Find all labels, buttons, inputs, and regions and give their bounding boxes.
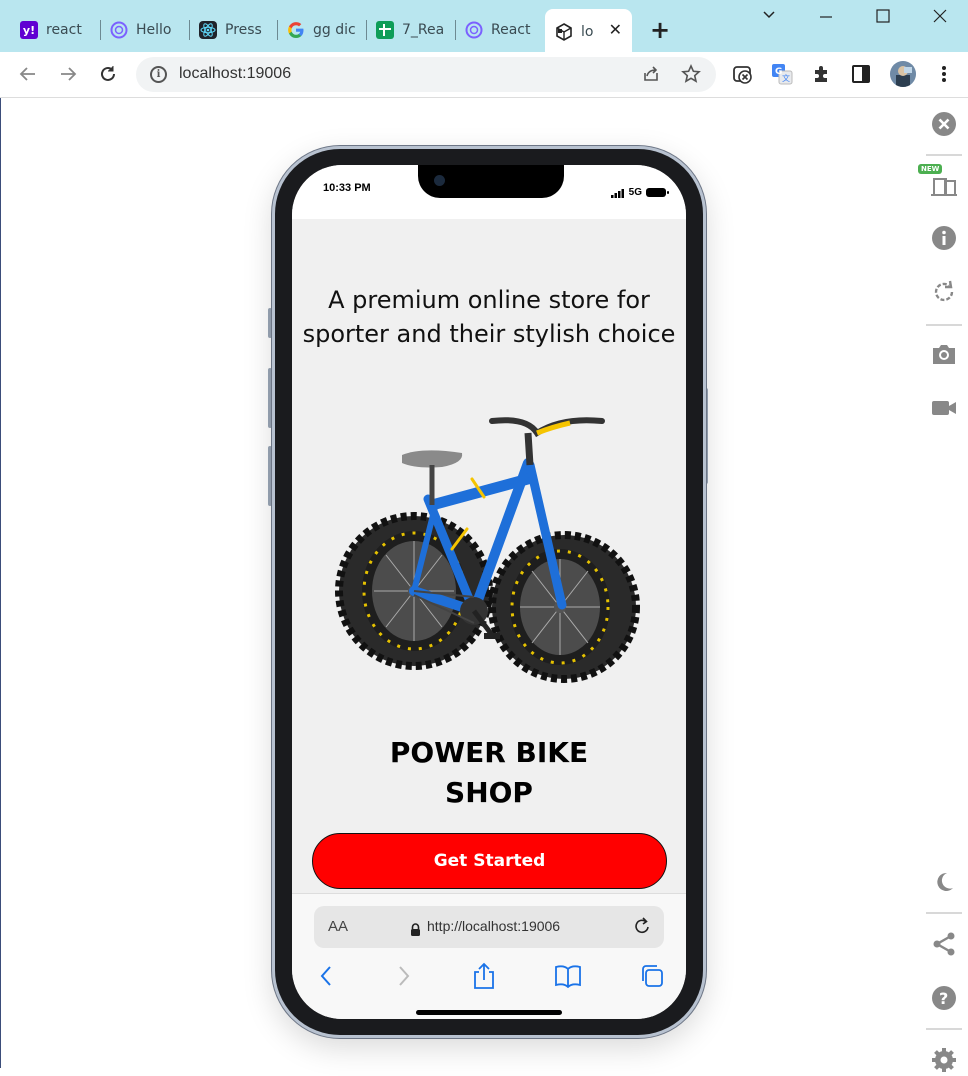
forward-icon[interactable] bbox=[54, 60, 82, 88]
tab-react-search[interactable]: y! react bbox=[10, 12, 94, 48]
yahoo-icon: y! bbox=[20, 21, 38, 39]
google-icon bbox=[287, 21, 305, 39]
tab-label: react bbox=[46, 22, 82, 38]
phone-status-bar: 10:33 PM 5G bbox=[292, 165, 686, 219]
address-url[interactable]: localhost:19006 bbox=[179, 65, 291, 83]
svg-text:?: ? bbox=[939, 989, 948, 1008]
side-panel-icon[interactable] bbox=[850, 63, 872, 85]
figma-globe-icon bbox=[465, 21, 483, 39]
tab-label: React bbox=[491, 22, 531, 38]
share-nodes-icon[interactable] bbox=[928, 928, 960, 960]
safari-share-icon[interactable] bbox=[470, 962, 498, 990]
tab-press[interactable]: Press bbox=[189, 12, 273, 48]
new-badge: NEW bbox=[918, 164, 943, 174]
safari-forward-icon[interactable] bbox=[390, 962, 418, 990]
sheets-icon bbox=[376, 21, 394, 39]
status-indicators: 5G bbox=[610, 183, 669, 202]
home-indicator bbox=[416, 1010, 562, 1015]
screenshot-camera-icon[interactable] bbox=[928, 338, 960, 370]
shop-title: POWER BIKE SHOP bbox=[292, 733, 686, 813]
shop-title-line2: SHOP bbox=[445, 776, 533, 809]
lock-icon bbox=[410, 921, 421, 940]
status-time: 10:33 PM bbox=[323, 182, 371, 194]
tab-label: gg dic bbox=[313, 22, 356, 38]
rotate-icon[interactable] bbox=[928, 276, 960, 308]
maximize-window-icon[interactable] bbox=[875, 8, 891, 28]
help-icon[interactable]: ? bbox=[928, 982, 960, 1014]
signal-bars-icon bbox=[610, 183, 625, 202]
tab-label: lo bbox=[581, 24, 593, 40]
simulator-tool-panel: NEW ? bbox=[918, 98, 968, 1072]
new-tab-button[interactable]: + bbox=[650, 18, 670, 42]
browser-toolbar: i localhost:19006 G文 bbox=[0, 52, 968, 98]
responsive-cube-icon bbox=[555, 23, 573, 41]
tab-react[interactable]: React bbox=[455, 12, 539, 48]
safari-url[interactable]: http://localhost:19006 bbox=[427, 918, 560, 934]
safari-back-icon[interactable] bbox=[312, 962, 340, 990]
phone-screen: 10:33 PM 5G A premium online store for s… bbox=[292, 165, 686, 1019]
phone-frame: 10:33 PM 5G A premium online store for s… bbox=[272, 146, 706, 1038]
get-started-button[interactable]: Get Started bbox=[312, 833, 667, 889]
safari-reload-icon[interactable] bbox=[632, 916, 652, 940]
figma-globe-icon bbox=[110, 21, 128, 39]
panel-divider bbox=[926, 324, 962, 326]
app-content: A premium online store for sporter and t… bbox=[292, 219, 686, 893]
back-icon[interactable] bbox=[14, 60, 42, 88]
extension-icon[interactable] bbox=[732, 63, 754, 85]
safari-bookmarks-icon[interactable] bbox=[554, 962, 582, 990]
dark-mode-moon-icon[interactable] bbox=[928, 866, 960, 898]
safari-address-bar[interactable]: AA http://localhost:19006 bbox=[314, 906, 664, 948]
safari-tabs-icon[interactable] bbox=[638, 962, 666, 990]
front-camera bbox=[434, 175, 445, 186]
tab-hello[interactable]: Hello bbox=[100, 12, 184, 48]
svg-text:文: 文 bbox=[782, 73, 790, 83]
close-simulator-icon[interactable] bbox=[928, 108, 960, 140]
settings-gear-icon[interactable] bbox=[928, 1044, 960, 1076]
battery-icon bbox=[646, 188, 669, 197]
bike-seat bbox=[402, 450, 463, 468]
bookmark-star-icon[interactable] bbox=[681, 64, 701, 88]
tab-7-rea[interactable]: 7_Rea bbox=[366, 12, 450, 48]
share-icon[interactable] bbox=[641, 64, 661, 88]
shop-title-line1: POWER BIKE bbox=[389, 736, 589, 769]
fat-tire-bike-image bbox=[335, 417, 640, 683]
panel-divider bbox=[926, 1028, 962, 1030]
record-video-icon[interactable] bbox=[928, 392, 960, 424]
panel-divider bbox=[926, 912, 962, 914]
tab-active[interactable]: lo ✕ bbox=[545, 9, 632, 52]
responsive-devices-icon[interactable]: NEW bbox=[918, 164, 960, 200]
close-window-icon[interactable] bbox=[932, 8, 948, 28]
tab-label: Press bbox=[225, 22, 262, 38]
tab-strip: y! react Hello Press gg dic 7_Rea React … bbox=[0, 0, 968, 52]
tab-search-icon[interactable] bbox=[761, 6, 777, 26]
extensions-puzzle-icon[interactable] bbox=[811, 63, 833, 85]
tab-gg-dic[interactable]: gg dic bbox=[277, 12, 361, 48]
text-size-button[interactable]: AA bbox=[328, 918, 348, 935]
network-type: 5G bbox=[628, 187, 642, 198]
chrome-menu-icon[interactable] bbox=[933, 63, 955, 85]
google-translate-icon[interactable]: G文 bbox=[771, 63, 793, 85]
phone-notch bbox=[418, 165, 564, 198]
safari-bottom-bar: AA http://localhost:19006 bbox=[292, 893, 686, 1019]
profile-avatar[interactable] bbox=[890, 61, 916, 87]
tab-label: Hello bbox=[136, 22, 172, 38]
tab-label: 7_Rea bbox=[402, 22, 445, 38]
store-tagline: A premium online store for sporter and t… bbox=[302, 286, 676, 348]
address-bar[interactable]: i localhost:19006 bbox=[136, 57, 716, 92]
site-info-icon[interactable]: i bbox=[150, 66, 167, 83]
reload-icon[interactable] bbox=[94, 60, 122, 88]
minimize-window-icon[interactable] bbox=[818, 8, 834, 28]
viewport-edge bbox=[0, 98, 1, 1068]
panel-divider bbox=[926, 154, 962, 156]
react-icon bbox=[199, 21, 217, 39]
info-icon[interactable] bbox=[928, 222, 960, 254]
close-tab-icon[interactable]: ✕ bbox=[609, 22, 622, 38]
